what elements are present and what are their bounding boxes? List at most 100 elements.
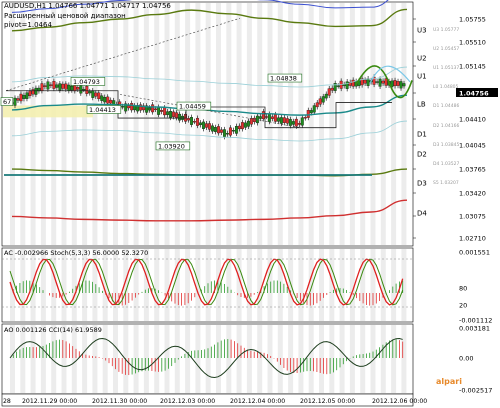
pivot-value-label: L0 1.04805 xyxy=(433,84,459,90)
candle-body xyxy=(127,105,131,109)
level-label: D4 xyxy=(417,210,427,218)
candle-body xyxy=(178,113,182,121)
candle-body xyxy=(249,118,253,125)
candle-body xyxy=(288,119,292,126)
candle-body xyxy=(130,103,134,111)
candle-body xyxy=(49,84,53,86)
candle-body xyxy=(46,81,50,90)
session-stripe xyxy=(360,3,366,245)
session-stripe xyxy=(20,3,26,245)
candle-body xyxy=(223,129,226,137)
candle-body xyxy=(220,129,223,133)
session-stripe xyxy=(143,249,149,321)
time-axis-label: 2012.12.05 00:00 xyxy=(300,398,355,405)
level-label: LB xyxy=(417,101,426,109)
candle-body xyxy=(276,117,280,122)
session-stripe xyxy=(308,325,314,393)
candle-body xyxy=(64,83,68,90)
pivot-value-label: D2 1.04166 xyxy=(433,123,460,129)
time-axis-label: 28 xyxy=(3,398,11,405)
y-tick-label: 1.04410 xyxy=(459,116,486,124)
candle-body xyxy=(309,110,313,114)
candle-body xyxy=(28,90,32,97)
candle-body xyxy=(211,125,214,132)
session-stripe xyxy=(82,3,88,245)
session-stripe xyxy=(205,325,211,393)
candle-body xyxy=(67,84,71,91)
candle-body xyxy=(381,80,385,84)
session-stripe xyxy=(174,3,180,245)
level-label: D3 xyxy=(417,180,427,188)
candle-body xyxy=(79,85,83,94)
candle-body xyxy=(351,79,355,87)
candle-body xyxy=(294,118,298,127)
candle-body xyxy=(43,85,47,87)
candle-body xyxy=(58,83,62,91)
session-stripe xyxy=(51,249,57,321)
candle-body xyxy=(228,127,232,136)
candle-body xyxy=(231,130,235,132)
ac-stoch-label: AC -0.002966 Stoch(5,3,3) 56.0000 52.327… xyxy=(4,249,149,257)
candle-body xyxy=(31,89,35,95)
level-label: U3 xyxy=(417,27,427,35)
candle-body xyxy=(252,117,256,123)
candle-body xyxy=(91,90,95,98)
session-stripe xyxy=(102,3,108,245)
session-stripe xyxy=(195,325,201,393)
session-stripe xyxy=(216,325,221,393)
session-stripe xyxy=(40,325,46,393)
session-stripe xyxy=(339,3,345,245)
pivot-label: pivot=1.0464 xyxy=(4,21,52,29)
session-stripe xyxy=(10,325,15,393)
candle-body xyxy=(55,84,59,88)
candle-body xyxy=(327,88,331,96)
y-tick-label: 1.04045 xyxy=(459,142,486,150)
candle-body xyxy=(106,96,110,104)
session-stripe xyxy=(123,3,129,245)
candle-body xyxy=(273,114,277,122)
session-stripe xyxy=(319,3,324,245)
ao-cci-label: AO 0.001126 CCI(14) 61.9589 xyxy=(4,326,102,334)
session-stripe xyxy=(246,325,252,393)
y-tick-label: 1.03075 xyxy=(459,213,486,221)
y-tick-label: 1.05510 xyxy=(459,39,486,47)
candle-body xyxy=(199,122,202,126)
session-stripe xyxy=(226,325,232,393)
time-axis-label: 2012.12.06 00:00 xyxy=(372,398,427,405)
candle-body xyxy=(402,83,406,87)
session-stripe xyxy=(360,249,366,321)
candle-body xyxy=(345,81,349,89)
session-stripe xyxy=(308,249,314,321)
session-stripe xyxy=(401,325,407,393)
candle-body xyxy=(19,93,23,102)
session-stripe xyxy=(61,3,67,245)
y-tick-label: 1.02710 xyxy=(459,235,486,243)
candle-body xyxy=(363,79,367,84)
session-stripe xyxy=(82,325,88,393)
candle-body xyxy=(187,118,191,121)
candle-body xyxy=(190,117,193,125)
session-stripe xyxy=(298,249,304,321)
session-stripe xyxy=(267,3,273,245)
candle-body xyxy=(226,133,229,135)
y-tick-label: 1.03765 xyxy=(459,166,486,174)
candle-body xyxy=(169,111,173,118)
session-stripe xyxy=(71,249,77,321)
session-stripe xyxy=(267,325,273,393)
candle-body xyxy=(237,125,241,130)
session-stripe xyxy=(174,325,180,393)
candle-body xyxy=(208,123,211,130)
session-stripe xyxy=(195,249,201,321)
session-stripe xyxy=(185,3,191,245)
candle-body xyxy=(88,91,92,94)
pivot-value-label: U1 1.05137 xyxy=(433,65,459,71)
candle-body xyxy=(70,85,74,91)
price-annotation: 1.04459 xyxy=(179,103,206,111)
candle-body xyxy=(52,81,56,89)
candle-body xyxy=(166,111,170,115)
pivot-value-label: U2 1.05457 xyxy=(433,46,459,52)
candle-body xyxy=(160,110,164,112)
time-axis-label: 2012.11.29 00:00 xyxy=(22,398,77,405)
pivot-value-label: S5 1.03207 xyxy=(433,180,459,186)
candle-body xyxy=(240,122,244,130)
